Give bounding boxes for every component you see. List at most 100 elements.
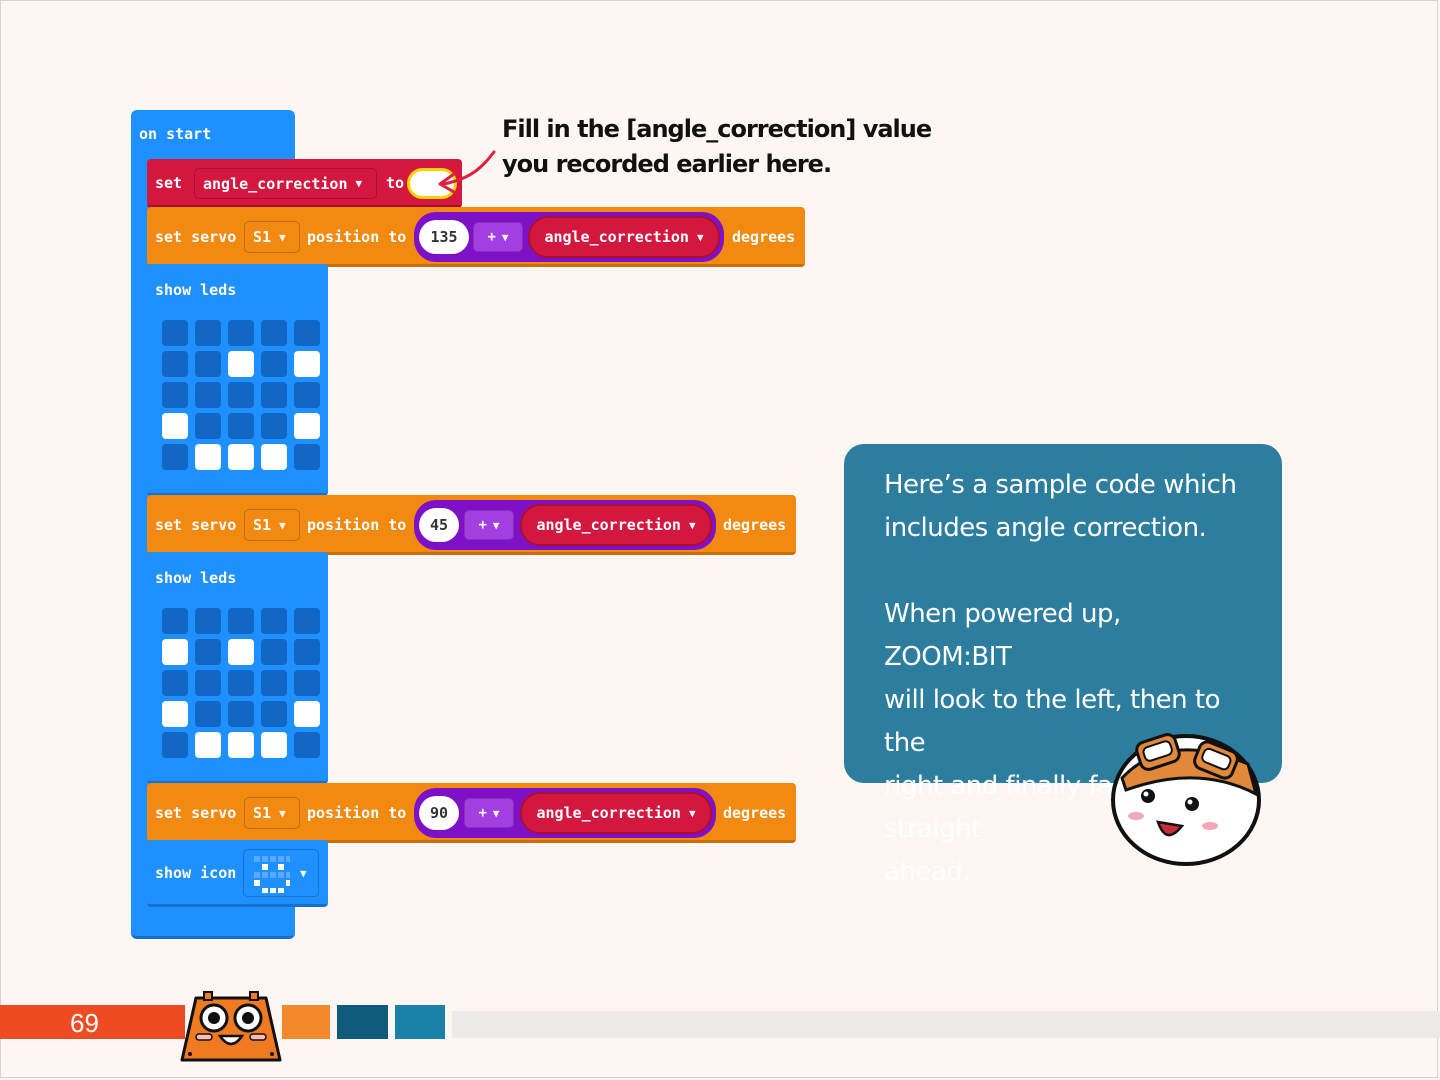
led-on[interactable]: [228, 351, 254, 377]
led-off[interactable]: [261, 413, 287, 439]
servo-pin-dropdown-2[interactable]: S1 ▼: [244, 509, 300, 541]
led-off[interactable]: [195, 413, 221, 439]
position-to-label-2: position to: [307, 516, 407, 534]
servo-value-input-3[interactable]: 90: [419, 796, 459, 830]
annotation-line-1: Fill in the [angle_correction] value: [502, 115, 932, 143]
led-grid-2[interactable]: [162, 608, 322, 758]
led-off[interactable]: [294, 639, 320, 665]
servo-pin-dropdown-1[interactable]: S1 ▼: [244, 221, 300, 253]
led-off[interactable]: [195, 382, 221, 408]
led-on[interactable]: [195, 732, 221, 758]
led-off[interactable]: [294, 608, 320, 634]
led-off[interactable]: [261, 382, 287, 408]
led-off[interactable]: [195, 608, 221, 634]
led-grid-1[interactable]: [162, 320, 322, 470]
footer-square-orange: [282, 1005, 330, 1039]
led-off[interactable]: [261, 701, 287, 727]
servo-pin-label-1: S1: [253, 228, 272, 246]
led-on[interactable]: [162, 639, 188, 665]
chevron-down-icon: ▼: [492, 518, 500, 532]
servo-value-input-1[interactable]: 135: [419, 220, 469, 254]
led-off[interactable]: [294, 320, 320, 346]
robot-mascot-icon: [180, 991, 282, 1062]
led-off[interactable]: [162, 320, 188, 346]
variable-dropdown[interactable]: angle_correction ▼: [194, 168, 377, 199]
page-number: 69: [70, 1008, 99, 1038]
led-off[interactable]: [195, 670, 221, 696]
led-off[interactable]: [195, 351, 221, 377]
led-on[interactable]: [294, 351, 320, 377]
footer-square-blue: [395, 1005, 445, 1039]
mascot-goggles-icon: [1111, 733, 1261, 866]
led-off[interactable]: [195, 320, 221, 346]
led-off[interactable]: [261, 608, 287, 634]
led-off[interactable]: [228, 608, 254, 634]
led-off[interactable]: [162, 351, 188, 377]
servo-pin-label-2: S1: [253, 516, 272, 534]
led-off[interactable]: [228, 701, 254, 727]
operator-dropdown-3[interactable]: + ▼: [464, 798, 514, 828]
chevron-down-icon: ▼: [355, 177, 363, 190]
led-off[interactable]: [261, 320, 287, 346]
operator-label-2: +: [478, 517, 487, 533]
operator-dropdown-2[interactable]: + ▼: [464, 510, 514, 540]
led-on[interactable]: [162, 413, 188, 439]
chevron-down-icon: ▼: [492, 806, 500, 820]
led-on[interactable]: [294, 701, 320, 727]
variable-reporter-label-3: angle_correction: [536, 804, 681, 822]
led-on[interactable]: [294, 413, 320, 439]
show-leds-label-2: show leds: [155, 569, 237, 587]
chevron-down-icon: ▼: [688, 518, 696, 532]
led-off[interactable]: [294, 382, 320, 408]
led-on[interactable]: [261, 444, 287, 470]
operator-dropdown-1[interactable]: + ▼: [473, 222, 523, 252]
led-off[interactable]: [294, 732, 320, 758]
info-line-2: includes angle correction.: [884, 513, 1207, 543]
led-off[interactable]: [228, 413, 254, 439]
servo-pin-label-3: S1: [253, 804, 272, 822]
led-off[interactable]: [162, 732, 188, 758]
led-on[interactable]: [162, 701, 188, 727]
led-off[interactable]: [294, 444, 320, 470]
led-off[interactable]: [162, 608, 188, 634]
led-off[interactable]: [162, 382, 188, 408]
led-off[interactable]: [195, 701, 221, 727]
variable-reporter-2[interactable]: angle_correction ▼: [520, 504, 712, 546]
led-on[interactable]: [261, 732, 287, 758]
on-start-foot: [131, 905, 295, 939]
led-on[interactable]: [195, 444, 221, 470]
led-off[interactable]: [228, 670, 254, 696]
led-off[interactable]: [195, 639, 221, 665]
led-on[interactable]: [228, 444, 254, 470]
led-off[interactable]: [162, 444, 188, 470]
variable-reporter-label-1: angle_correction: [544, 228, 689, 246]
arrow-icon: [438, 150, 496, 194]
variable-dropdown-label: angle_correction: [203, 174, 348, 193]
chevron-down-icon: ▼: [279, 806, 286, 820]
led-off[interactable]: [228, 382, 254, 408]
smiley-icon: [254, 856, 290, 893]
footer-strip: [452, 1011, 1440, 1038]
servo-value-input-2[interactable]: 45: [419, 508, 459, 542]
chevron-down-icon: ▼: [279, 518, 286, 532]
footer-square-navy: [337, 1005, 388, 1039]
led-off[interactable]: [261, 639, 287, 665]
servo-pin-dropdown-3[interactable]: S1 ▼: [244, 797, 300, 829]
led-off[interactable]: [294, 670, 320, 696]
icon-dropdown[interactable]: ▼: [243, 849, 319, 897]
set-label: set: [155, 174, 183, 192]
led-off[interactable]: [162, 670, 188, 696]
set-servo-label-1: set servo: [155, 228, 237, 246]
operator-label-1: +: [487, 229, 496, 245]
variable-reporter-1[interactable]: angle_correction ▼: [528, 216, 720, 258]
led-on[interactable]: [228, 639, 254, 665]
led-off[interactable]: [261, 670, 287, 696]
variable-reporter-3[interactable]: angle_correction ▼: [520, 792, 712, 834]
led-off[interactable]: [228, 320, 254, 346]
led-on[interactable]: [228, 732, 254, 758]
info-line-3: When powered up, ZOOM:BIT: [884, 599, 1121, 672]
chevron-down-icon: ▼: [279, 230, 286, 244]
show-icon-label: show icon: [155, 864, 237, 882]
led-off[interactable]: [261, 351, 287, 377]
operator-label-3: +: [478, 805, 487, 821]
